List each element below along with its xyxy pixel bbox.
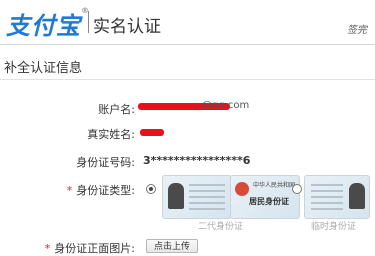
realname-redaction — [140, 129, 164, 136]
national-emblem-icon — [235, 182, 249, 196]
id-type-label: * 身份证类型: — [67, 182, 135, 198]
section-divider — [0, 79, 375, 80]
id-card-front-image — [162, 175, 232, 219]
front-photo-label-text: 身份证正面图片: — [54, 242, 135, 255]
id-number-value: 3****************6 — [143, 154, 251, 167]
id-card-back-text: 中华人民共和国 — [253, 182, 296, 189]
upload-button[interactable]: 点击上传 — [146, 239, 198, 253]
section-title: 补全认证信息 — [4, 61, 83, 76]
temporary-id-card-image — [304, 175, 370, 219]
id-number-label: 身份证号码: — [76, 156, 135, 169]
id-type-label-text: 身份证类型: — [76, 184, 135, 197]
account-label: 账户名: — [98, 103, 135, 116]
exit-link[interactable]: 签完 — [347, 21, 367, 36]
account-value-suffix: @qq.com — [202, 100, 250, 111]
header-divider — [88, 11, 89, 33]
id-type-radio-temporary[interactable] — [292, 184, 302, 194]
id-type-radio-second-gen[interactable] — [146, 184, 156, 194]
temporary-id-text-lines — [311, 184, 343, 186]
logo-text: 支付宝 — [6, 12, 81, 40]
realname-label: 真实姓名: — [87, 128, 135, 141]
id-card-back-title: 居民身份证 — [249, 197, 289, 206]
id-type-caption-second-gen: 二代身份证 — [198, 222, 244, 232]
header-bar: 支付宝® 实名认证 签完 — [0, 0, 375, 45]
alipay-logo[interactable]: 支付宝® — [6, 6, 90, 41]
front-photo-label: * 身份证正面图片: — [45, 240, 135, 256]
page-title: 实名认证 — [93, 17, 161, 37]
id-text-lines — [189, 184, 225, 186]
temporary-id-photo-icon — [349, 183, 365, 209]
id-photo-icon — [168, 183, 184, 209]
required-mark: * — [44, 242, 51, 255]
id-card-back-image: 中华人民共和国 居民身份证 — [230, 175, 300, 219]
id-type-caption-temporary: 临时身份证 — [311, 222, 357, 232]
required-mark: * — [66, 184, 73, 197]
